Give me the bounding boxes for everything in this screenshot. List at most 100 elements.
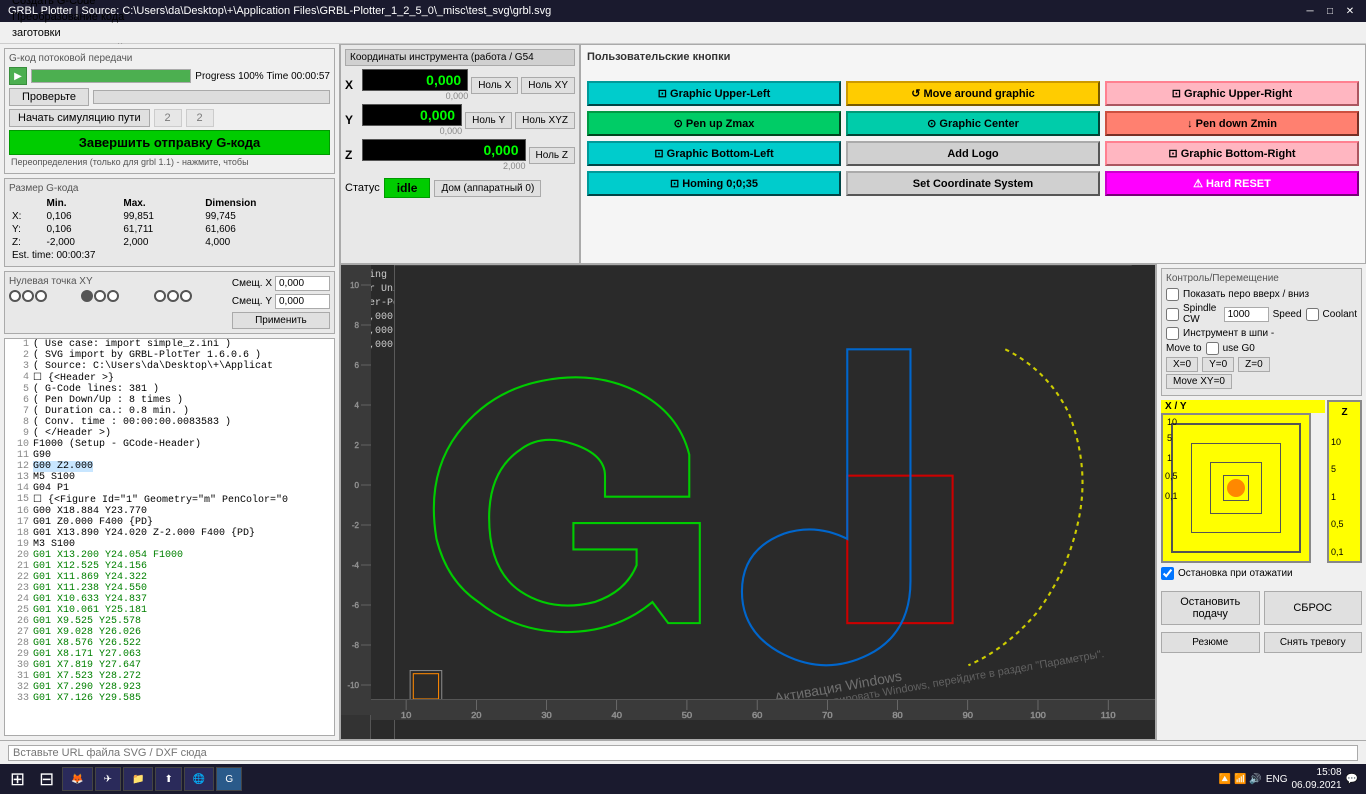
grbl-app[interactable]: G <box>216 767 242 791</box>
telegram-app[interactable]: ✈ <box>95 767 121 791</box>
right-panel: Контроль/Перемещение Показать перо вверх… <box>1156 264 1366 740</box>
close-button[interactable]: ✕ <box>1342 3 1358 19</box>
radio-5[interactable] <box>94 290 106 302</box>
max-y: 61,711 <box>120 223 202 236</box>
pen-up-checkbox[interactable] <box>1166 288 1179 301</box>
user-button-9[interactable]: ⊡ Homing 0;0;35 <box>587 171 841 196</box>
user-button-1[interactable]: ↺ Move around graphic <box>846 81 1100 106</box>
url-input[interactable] <box>8 745 1358 761</box>
radio-9[interactable] <box>180 290 192 302</box>
x0-button[interactable]: X=0 <box>1166 357 1198 372</box>
svg-text:-6: -6 <box>352 601 360 610</box>
line-code: ( Use case: import simple_z.ini ) <box>33 339 231 350</box>
smesh-x-label: Смещ. X <box>232 278 272 289</box>
line-number: 3 <box>9 361 29 372</box>
user-button-11[interactable]: ⚠ Hard RESET <box>1105 171 1359 196</box>
z-value: 0,000 <box>362 139 526 161</box>
nol-y-button[interactable]: Ноль Y <box>465 112 512 129</box>
map-label-5: 5 <box>1167 433 1172 443</box>
spindle-checkbox[interactable] <box>1166 308 1179 321</box>
gcode-size-title: Размер G-кода <box>9 183 330 194</box>
center-right: Координаты инструмента (работа / G54 X 0… <box>340 44 1366 740</box>
user-button-7[interactable]: Add Logo <box>846 141 1100 166</box>
apply-button[interactable]: Применить <box>232 312 330 329</box>
sim-num2[interactable]: 2 <box>186 109 214 127</box>
radio-2[interactable] <box>22 290 34 302</box>
smesh-x-input[interactable] <box>275 276 330 291</box>
speed-input[interactable] <box>1224 307 1269 322</box>
maximize-button[interactable]: □ <box>1322 3 1338 19</box>
line-number: 31 <box>9 671 29 682</box>
code-line: 4☐ {<Header >} <box>5 372 334 384</box>
ostanovka-checkbox[interactable] <box>1161 567 1174 580</box>
radio-7[interactable] <box>154 290 166 302</box>
notification-icon[interactable]: 💬 <box>1346 774 1358 785</box>
files-app[interactable]: 📁 <box>123 767 153 791</box>
tool-checkbox[interactable] <box>1166 327 1179 340</box>
line-code: F1000 (Setup - GCode-Header) <box>33 439 201 450</box>
user-button-0[interactable]: ⊡ Graphic Upper-Left <box>587 81 841 106</box>
xy-map-wrapper: X / Y <box>1161 400 1325 563</box>
nol-z-button[interactable]: Ноль Z <box>529 147 576 164</box>
map-label-05: 0,5 <box>1165 471 1178 481</box>
pause-button[interactable]: Остановить подачу <box>1161 591 1260 625</box>
chrome-app[interactable]: 🌐 <box>184 767 214 791</box>
col-dim: Dimension <box>202 197 330 210</box>
line-code: G00 Z2.000 <box>33 461 93 472</box>
left-panel: G-код потоковой передачи ▶ Progress 100%… <box>0 44 340 740</box>
progress-title: G-код потоковой передачи <box>9 53 330 64</box>
radio-4[interactable] <box>81 290 93 302</box>
nol-xyz-button[interactable]: Ноль XYZ <box>515 112 575 129</box>
firefox-app[interactable]: 🦊 <box>62 767 92 791</box>
verify-button[interactable]: Проверьте <box>9 88 89 106</box>
move-xy0-button[interactable]: Move XY=0 <box>1166 374 1232 389</box>
line-code: G90 <box>33 450 51 461</box>
map-label-10: 10 <box>1167 417 1177 427</box>
use-g0-checkbox[interactable] <box>1206 342 1219 355</box>
start-button[interactable]: ⊞ <box>4 769 31 790</box>
y0-button[interactable]: Y=0 <box>1202 357 1234 372</box>
menu-item-преобразование-кода[interactable]: Преобразование кода <box>4 9 132 25</box>
bottom-section: ZZoming : 100,00% Ruler Unit: mm Marker-… <box>340 264 1366 740</box>
code-line: 31G01 X7.523 Y28.272 <box>5 671 334 682</box>
coolant-checkbox[interactable] <box>1306 308 1319 321</box>
radio-6[interactable] <box>107 290 119 302</box>
user-button-4[interactable]: ⊙ Graphic Center <box>846 111 1100 136</box>
radio-3[interactable] <box>35 290 47 302</box>
sim-num1[interactable]: 2 <box>154 109 182 127</box>
gcode-size-table: Min. Max. Dimension X: 0,106 99,851 99,7… <box>9 197 330 262</box>
play-button[interactable]: ▶ <box>9 67 27 85</box>
minimize-button[interactable]: ─ <box>1302 3 1318 19</box>
code-editor[interactable]: 1( Use case: import simple_z.ini )2( SVG… <box>4 338 335 736</box>
nol-x-button[interactable]: Ноль X <box>471 77 518 94</box>
ctrl-title: Контроль/Перемещение <box>1166 273 1357 284</box>
user-button-3[interactable]: ⊙ Pen up Zmax <box>587 111 841 136</box>
menu-item-заготовки[interactable]: заготовки <box>4 25 132 41</box>
user-button-6[interactable]: ⊡ Graphic Bottom-Left <box>587 141 841 166</box>
z0-button[interactable]: Z=0 <box>1238 357 1270 372</box>
line-number: 4 <box>9 372 29 384</box>
graphic-area[interactable]: ZZoming : 100,00% Ruler Unit: mm Marker-… <box>340 264 1156 740</box>
send-button[interactable]: Завершить отправку G-кода <box>9 130 330 155</box>
line-code: ( Duration ca.: 0.8 min. ) <box>33 406 189 417</box>
line-number: 14 <box>9 483 29 494</box>
radio-1[interactable] <box>9 290 21 302</box>
table-row: X: 0,106 99,851 99,745 <box>9 210 330 223</box>
smesh-y-input[interactable] <box>275 294 330 309</box>
nol-xy-button[interactable]: Ноль XY <box>521 77 575 94</box>
menu-item-создать-g-code[interactable]: Создать G-Code <box>4 0 132 9</box>
task-view[interactable]: ⊟ <box>33 769 60 790</box>
user-button-5[interactable]: ↓ Pen down Zmin <box>1105 111 1359 136</box>
pause-stop: Остановить подачу СБРОС Резюме Снять тре… <box>1161 591 1362 653</box>
move-to-label: Move to <box>1166 343 1202 354</box>
dom-button[interactable]: Дом (аппаратный 0) <box>434 180 541 197</box>
radio-8[interactable] <box>167 290 179 302</box>
reset-button[interactable]: СБРОС <box>1264 591 1363 625</box>
sim-button[interactable]: Начать симуляцию пути <box>9 109 150 127</box>
app5[interactable]: ⬆ <box>155 767 181 791</box>
svg-text:-4: -4 <box>352 561 360 570</box>
firefox-icon: 🦊 <box>71 774 83 785</box>
user-button-10[interactable]: Set Coordinate System <box>846 171 1100 196</box>
user-button-2[interactable]: ⊡ Graphic Upper-Right <box>1105 81 1359 106</box>
user-button-8[interactable]: ⊡ Graphic Bottom-Right <box>1105 141 1359 166</box>
